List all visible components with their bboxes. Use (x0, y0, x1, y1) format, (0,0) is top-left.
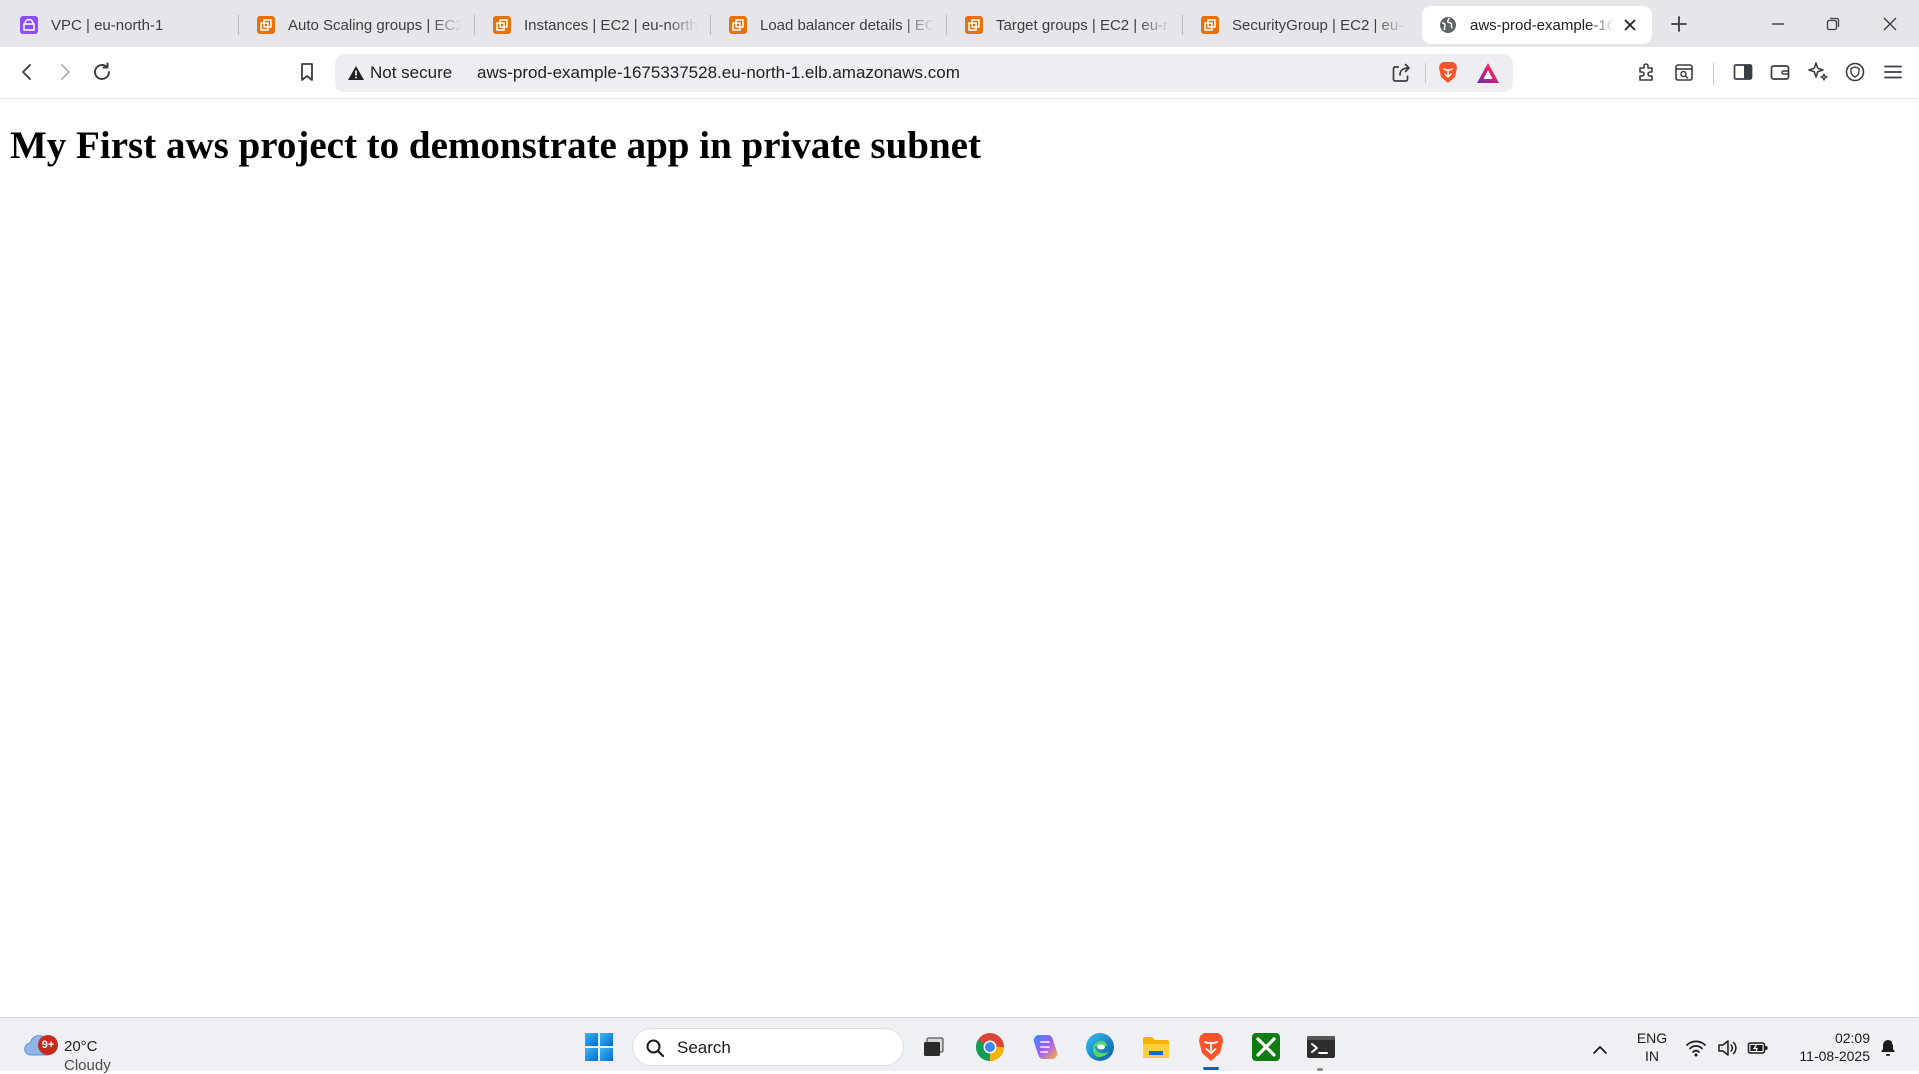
tab-active-load-balancer-page[interactable]: aws-prod-example-1675337528.eu-north-1.e… (1422, 6, 1652, 44)
tab-title: Load balancer details | EC2 | eu-north-1 (760, 16, 934, 34)
tab-title: Auto Scaling groups | EC2 | eu-north-1 (288, 16, 462, 34)
task-view-icon[interactable] (918, 1031, 950, 1063)
input-language-indicator[interactable]: ENG IN (1632, 1029, 1672, 1065)
extensions-icon[interactable] (1635, 60, 1659, 84)
share-icon[interactable] (1390, 62, 1412, 84)
copilot-icon[interactable] (1029, 1031, 1061, 1063)
weather-temperature: 20°C (64, 1038, 98, 1055)
show-hidden-icons-chevron-icon[interactable] (1591, 1044, 1609, 1056)
close-tab-icon[interactable] (1622, 17, 1638, 33)
page-content: My First aws project to demonstrate app … (0, 99, 1919, 1017)
tab-title: Target groups | EC2 | eu-north-1 (996, 16, 1170, 34)
language-code: ENG (1636, 1030, 1668, 1046)
reload-icon[interactable] (90, 60, 114, 84)
minimize-icon[interactable] (1765, 11, 1791, 37)
omnibox-separator (1425, 63, 1426, 83)
url-text[interactable]: aws-prod-example-1675337528.eu-north-1.e… (477, 63, 960, 83)
vpn-shield-icon[interactable] (1843, 60, 1867, 84)
page-heading: My First aws project to demonstrate app … (10, 124, 981, 167)
wifi-icon[interactable] (1685, 1038, 1707, 1058)
terminal-icon[interactable] (1305, 1031, 1337, 1063)
taskbar-search-box[interactable]: Search (632, 1028, 904, 1066)
clock-date: 11-08-2025 (1799, 1048, 1870, 1064)
wallet-icon[interactable] (1768, 60, 1792, 84)
tab-separator (710, 15, 711, 35)
brave-rewards-icon[interactable] (1476, 62, 1500, 84)
browser-toolbar: Not secure aws-prod-example-1675337528.e… (0, 47, 1919, 99)
ec2-icon (964, 15, 984, 35)
tab-auto-scaling-groups[interactable]: Auto Scaling groups | EC2 | eu-north-1 (240, 6, 476, 44)
brave-shields-icon[interactable] (1437, 61, 1459, 85)
tab-separator (1182, 15, 1183, 35)
windows-taskbar: 9+ 20°C Cloudy Search ENG IN 02:09 11-08… (0, 1017, 1919, 1074)
tab-target-groups[interactable]: Target groups | EC2 | eu-north-1 (948, 6, 1184, 44)
battery-charging-icon[interactable] (1747, 1038, 1769, 1058)
tab-load-balancer-details[interactable]: Load balancer details | EC2 | eu-north-1 (712, 6, 948, 44)
new-tab-icon[interactable] (1666, 11, 1692, 37)
reader-mode-icon[interactable] (1672, 60, 1696, 84)
brave-browser-icon[interactable] (1195, 1031, 1227, 1063)
menu-icon[interactable] (1881, 60, 1905, 84)
tab-strip: VPC | eu-north-1 Auto Scaling groups | E… (0, 0, 1919, 47)
ec2-icon (728, 15, 748, 35)
chrome-icon[interactable] (974, 1031, 1006, 1063)
notification-bell-icon[interactable] (1878, 1038, 1898, 1058)
close-window-icon[interactable] (1877, 11, 1903, 37)
tab-title: SecurityGroup | EC2 | eu-north-1 (1232, 16, 1406, 34)
language-region: IN (1645, 1048, 1659, 1064)
tab-vpc[interactable]: VPC | eu-north-1 (3, 6, 241, 44)
security-status-label[interactable]: Not secure (370, 63, 452, 83)
edge-icon[interactable] (1084, 1031, 1116, 1063)
tab-separator (238, 15, 239, 35)
toolbar-separator (1713, 63, 1714, 85)
taskbar-clock[interactable]: 02:09 11-08-2025 (1774, 1029, 1870, 1065)
address-bar[interactable]: Not secure aws-prod-example-1675337528.e… (335, 54, 1513, 92)
tab-separator (474, 15, 475, 35)
back-icon[interactable] (15, 60, 39, 84)
tab-title: Instances | EC2 | eu-north-1 (524, 16, 698, 34)
search-label: Search (677, 1038, 731, 1057)
sidebar-icon[interactable] (1731, 60, 1755, 84)
tab-separator (946, 15, 947, 35)
tab-instances[interactable]: Instances | EC2 | eu-north-1 (476, 6, 712, 44)
vpc-icon (19, 15, 39, 35)
search-icon (645, 1038, 665, 1058)
weather-condition: Cloudy (64, 1057, 111, 1074)
clock-time: 02:09 (1834, 1030, 1870, 1046)
warning-icon[interactable] (347, 65, 365, 81)
ec2-icon (1200, 15, 1220, 35)
weather-badge: 9+ (38, 1035, 58, 1055)
tab-title: VPC | eu-north-1 (51, 16, 164, 34)
forward-icon[interactable] (53, 60, 77, 84)
volume-icon[interactable] (1716, 1038, 1738, 1058)
ec2-icon (492, 15, 512, 35)
tab-security-group[interactable]: SecurityGroup | EC2 | eu-north-1 (1184, 6, 1420, 44)
globe-icon (1438, 15, 1458, 35)
xbox-icon[interactable] (1250, 1031, 1282, 1063)
leo-ai-icon[interactable] (1806, 60, 1830, 84)
ec2-icon (256, 15, 276, 35)
bookmark-icon[interactable] (295, 60, 319, 84)
weather-widget[interactable]: 9+ 20°C Cloudy (20, 1026, 160, 1074)
restore-icon[interactable] (1820, 11, 1846, 37)
file-explorer-icon[interactable] (1140, 1031, 1172, 1063)
tab-title: aws-prod-example-1675337528.eu-north-1.e… (1470, 16, 1614, 34)
windows-start-icon[interactable] (584, 1032, 614, 1062)
